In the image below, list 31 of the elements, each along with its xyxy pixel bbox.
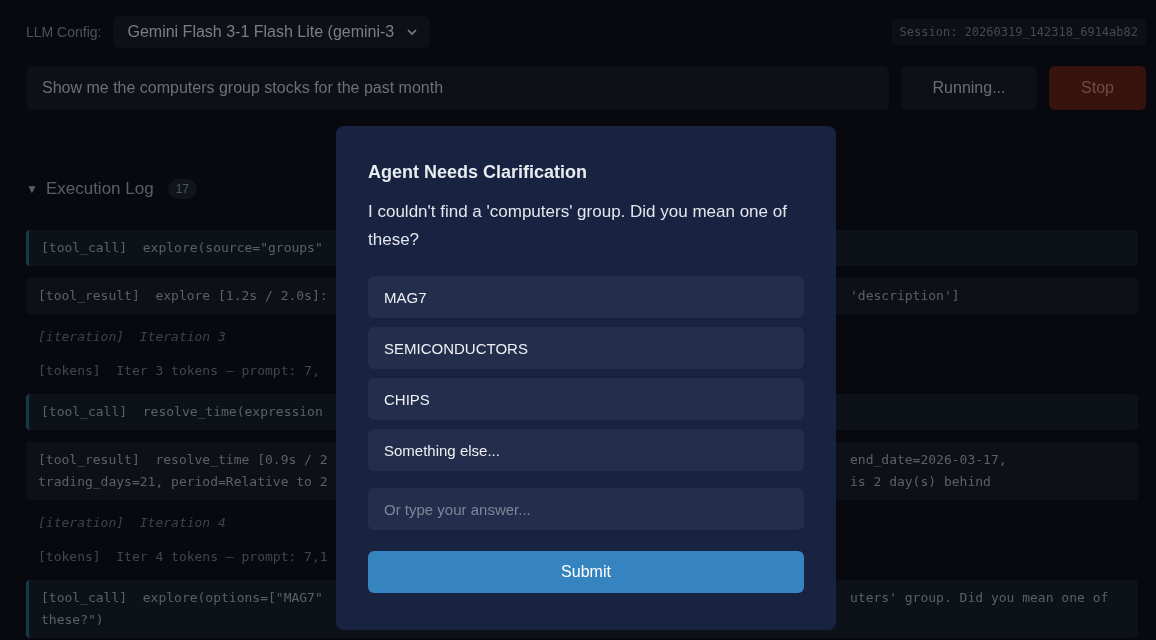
collapse-toggle[interactable]: ▼ [26, 182, 38, 196]
log-text: these?") [41, 611, 105, 629]
chevron-down-icon [406, 28, 419, 36]
dialog-title: Agent Needs Clarification [368, 161, 589, 184]
section-title: Execution Log [45, 179, 154, 199]
dialog-message: I couldn't find a 'computers' group. Did you mean one of these? [368, 201, 788, 251]
log-text: [tokens] Iter 4 tokens — prompt: 7,1 [38, 548, 328, 566]
log-text: 'description'] [850, 287, 961, 305]
option-button[interactable]: SEMICONDUCTORS [368, 327, 804, 369]
log-text: [tokens] Iter 3 tokens — prompt: 7, [38, 362, 320, 380]
log-text: uters' group. Did you mean one of [850, 589, 1110, 607]
option-button[interactable]: Something else... [368, 429, 804, 471]
option-button[interactable]: MAG7 [368, 276, 804, 318]
log-text: trading_days=21, period=Relative to 2 [38, 473, 328, 491]
log-text: [iteration] Iteration 3 [38, 328, 226, 346]
log-text: [tool_result] resolve_time [0.9s / 2 [38, 451, 328, 469]
submit-button[interactable]: Submit [368, 551, 804, 593]
log-text: is 2 day(s) behind [850, 473, 992, 491]
option-button[interactable]: CHIPS [368, 378, 804, 420]
log-text: [tool_call] explore(options=["MAG7" [41, 589, 323, 607]
session-id: Session: 20260319_142318_6914ab82 [891, 19, 1146, 45]
log-text: [tool_call] explore(source="groups" [41, 239, 323, 257]
log-text: end_date=2026-03-17, [850, 451, 1008, 469]
log-text: [tool_call] resolve_time(expression [41, 403, 323, 421]
model-select[interactable]: Gemini Flash 3-1 Flash Lite (gemini-3 [113, 16, 431, 48]
log-text: [tool_result] explore [1.2s / 2.0s]: [38, 287, 328, 305]
answer-field[interactable]: Or type your answer... [368, 488, 804, 530]
config-label: LLM Config: [26, 24, 102, 40]
count-badge: 17 [167, 179, 197, 199]
log-text: [iteration] Iteration 4 [38, 514, 226, 532]
query-field[interactable]: Show me the computers group stocks for the past month [26, 66, 889, 110]
